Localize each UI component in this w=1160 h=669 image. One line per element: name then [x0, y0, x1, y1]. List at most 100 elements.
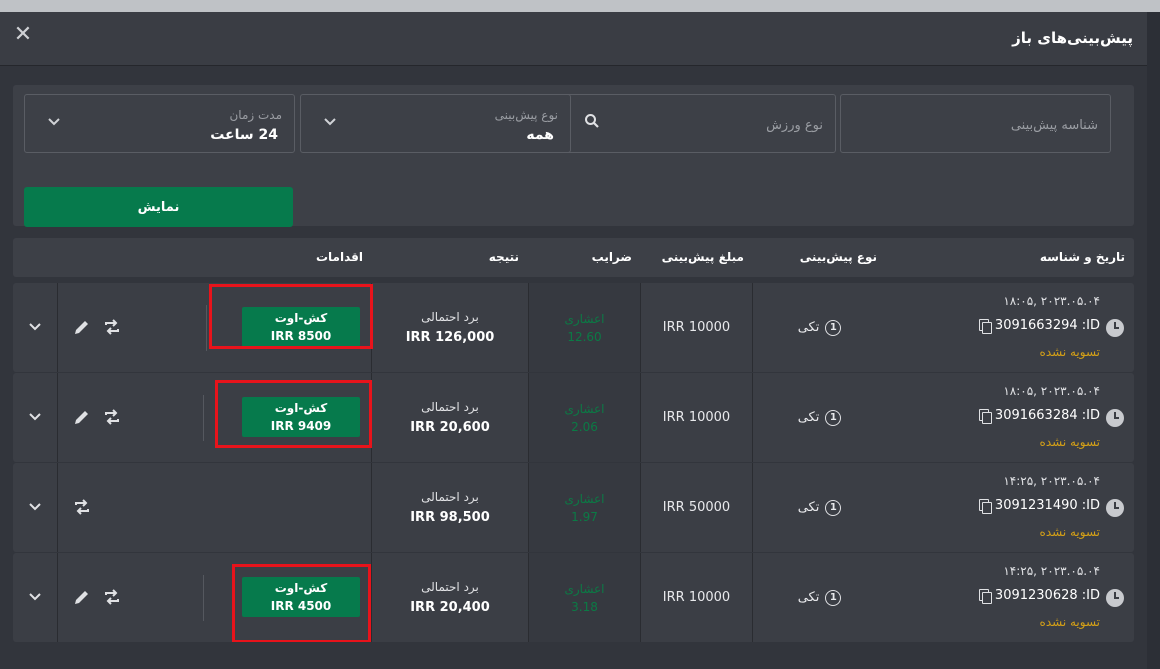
date-id-cell: ۲۰۲۳.۰۵.۰۴ ,۱۴:۲۵ 3091231490 :ID تسویه ن… [886, 463, 1134, 552]
odds-value: 12.60 [567, 329, 602, 344]
repeat-icon[interactable] [102, 317, 122, 337]
amount-cell: IRR 50000 [640, 463, 752, 552]
date-id-cell: ۲۰۲۳.۰۵.۰۴ ,۱۴:۲۵ 3091230628 :ID تسویه ن… [886, 553, 1134, 642]
duration-value: 24 ساعت [210, 127, 278, 143]
bet-id-text: 3091230628 :ID [994, 588, 1100, 603]
bet-type-cell: 1 تکی [752, 463, 886, 552]
date-id-cell: ۲۰۲۳.۰۵.۰۴ ,۱۸:۰۵ 3091663294 :ID تسویه ن… [886, 283, 1134, 372]
bet-id-placeholder: شناسه پیش‌بینی [1010, 118, 1098, 133]
expand-cell [13, 553, 57, 642]
chevron-down-icon[interactable] [27, 589, 43, 605]
bet-type-label: نوع پیش‌بینی [494, 108, 558, 122]
highlight-box [209, 284, 373, 349]
bet-type-cell: 1 تکی [752, 283, 886, 372]
search-icon [585, 114, 599, 128]
clock-icon [1106, 499, 1124, 517]
result-value: IRR 98,500 [410, 510, 490, 525]
bet-id-text: 3091231490 :ID [994, 498, 1100, 513]
status-badge: تسویه نشده [1039, 525, 1100, 539]
table-header: تاریخ و شناسه نوع پیش‌بینی مبلغ پیش‌بینی… [13, 238, 1134, 277]
bet-id-input[interactable]: شناسه پیش‌بینی [840, 94, 1111, 153]
repeat-icon[interactable] [102, 587, 122, 607]
chevron-down-icon[interactable] [27, 409, 43, 425]
bet-type-select[interactable]: نوع پیش‌بینی همه [300, 94, 571, 153]
divider [206, 305, 207, 351]
bet-type-cell: 1 تکی [752, 373, 886, 462]
status-badge: تسویه نشده [1039, 345, 1100, 359]
amount-cell: IRR 10000 [640, 283, 752, 372]
actions-cell: کش-اوت IRR 4500 [57, 553, 371, 642]
result-value: IRR 20,600 [410, 420, 490, 435]
odds-label: اعشاری [564, 491, 605, 506]
bet-id: 3091231490 :ID [978, 498, 1100, 514]
sport-search-input[interactable]: نوع ورزش [565, 94, 836, 153]
clock-icon [1106, 409, 1124, 427]
highlight-box [232, 564, 371, 642]
copy-icon[interactable] [978, 318, 992, 334]
bet-id: 3091663284 :ID [978, 408, 1100, 424]
bet-type-value: همه [526, 127, 554, 143]
single-bet-icon: 1 [825, 499, 842, 516]
bet-id-text: 3091663284 :ID [994, 408, 1100, 423]
single-bet-icon: 1 [825, 589, 842, 606]
expand-cell [13, 373, 57, 462]
table-row: ۲۰۲۳.۰۵.۰۴ ,۱۸:۰۵ 3091663294 :ID تسویه ن… [13, 283, 1134, 372]
copy-icon[interactable] [978, 498, 992, 514]
duration-label: مدت زمان [229, 108, 282, 122]
edit-icon[interactable] [72, 587, 92, 607]
chevron-down-icon [48, 118, 60, 126]
odds-label: اعشاری [564, 581, 605, 596]
result-label: برد احتمالی [421, 490, 479, 504]
bet-date: ۲۰۲۳.۰۵.۰۴ ,۱۴:۲۵ [1003, 564, 1100, 578]
copy-icon[interactable] [978, 588, 992, 604]
column-date-id: تاریخ و شناسه [1039, 250, 1125, 264]
bet-id-text: 3091663294 :ID [994, 318, 1100, 333]
odds-value: 3.18 [571, 599, 598, 614]
bet-type-cell: 1 تکی [752, 553, 886, 642]
odds-value: 1.97 [571, 509, 598, 524]
open-bets-modal: پیش‌بینی‌های باز ✕ شناسه پیش‌بینی نوع ور… [0, 12, 1147, 669]
column-bet-type: نوع پیش‌بینی [799, 250, 877, 264]
bet-date: ۲۰۲۳.۰۵.۰۴ ,۱۸:۰۵ [1003, 294, 1100, 308]
chevron-down-icon[interactable] [27, 499, 43, 515]
clock-icon [1106, 319, 1124, 337]
bet-type-text: تکی [797, 590, 820, 605]
filter-panel: شناسه پیش‌بینی نوع ورزش نوع پیش‌بینی همه… [13, 85, 1134, 227]
chevron-down-icon[interactable] [27, 319, 43, 335]
actions-cell: کش-اوت IRR 9409 [57, 373, 372, 462]
highlight-box [215, 380, 372, 448]
date-id-cell: ۲۰۲۳.۰۵.۰۴ ,۱۸:۰۵ 3091663284 :ID تسویه ن… [886, 373, 1134, 462]
bet-date: ۲۰۲۳.۰۵.۰۴ ,۱۸:۰۵ [1003, 384, 1100, 398]
bet-type-text: تکی [797, 410, 820, 425]
status-badge: تسویه نشده [1039, 435, 1100, 449]
status-badge: تسویه نشده [1039, 615, 1100, 629]
result-value: IRR 126,000 [405, 330, 495, 345]
column-odds: ضرایب [591, 250, 632, 264]
result-label: برد احتمالی [421, 580, 479, 594]
table-row: ۲۰۲۳.۰۵.۰۴ ,۱۴:۲۵ 3091230628 :ID تسویه ن… [13, 553, 1134, 642]
background-page-strip [0, 0, 1160, 12]
single-bet-icon: 1 [825, 409, 842, 426]
result-cell: برد احتمالی IRR 20,400 [371, 553, 528, 642]
odds-cell: اعشاری 3.18 [528, 553, 640, 642]
odds-value: 2.06 [571, 419, 598, 434]
edit-icon[interactable] [72, 407, 92, 427]
bet-date: ۲۰۲۳.۰۵.۰۴ ,۱۴:۲۵ [1003, 474, 1100, 488]
expand-cell [13, 283, 57, 372]
clock-icon [1106, 589, 1124, 607]
expand-cell [13, 463, 57, 552]
edit-icon[interactable] [72, 317, 92, 337]
amount-cell: IRR 10000 [640, 373, 752, 462]
repeat-icon[interactable] [102, 407, 122, 427]
modal-title: پیش‌بینی‌های باز [1012, 29, 1133, 47]
copy-icon[interactable] [978, 408, 992, 424]
repeat-icon[interactable] [72, 497, 92, 517]
result-cell: برد احتمالی IRR 98,500 [371, 463, 528, 552]
odds-label: اعشاری [564, 311, 605, 326]
result-label: برد احتمالی [421, 400, 479, 414]
show-button[interactable]: نمایش [24, 187, 293, 227]
close-icon[interactable]: ✕ [12, 24, 34, 46]
amount-cell: IRR 10000 [640, 553, 752, 642]
duration-select[interactable]: مدت زمان 24 ساعت [24, 94, 295, 153]
result-cell: برد احتمالی IRR 20,600 [371, 373, 528, 462]
